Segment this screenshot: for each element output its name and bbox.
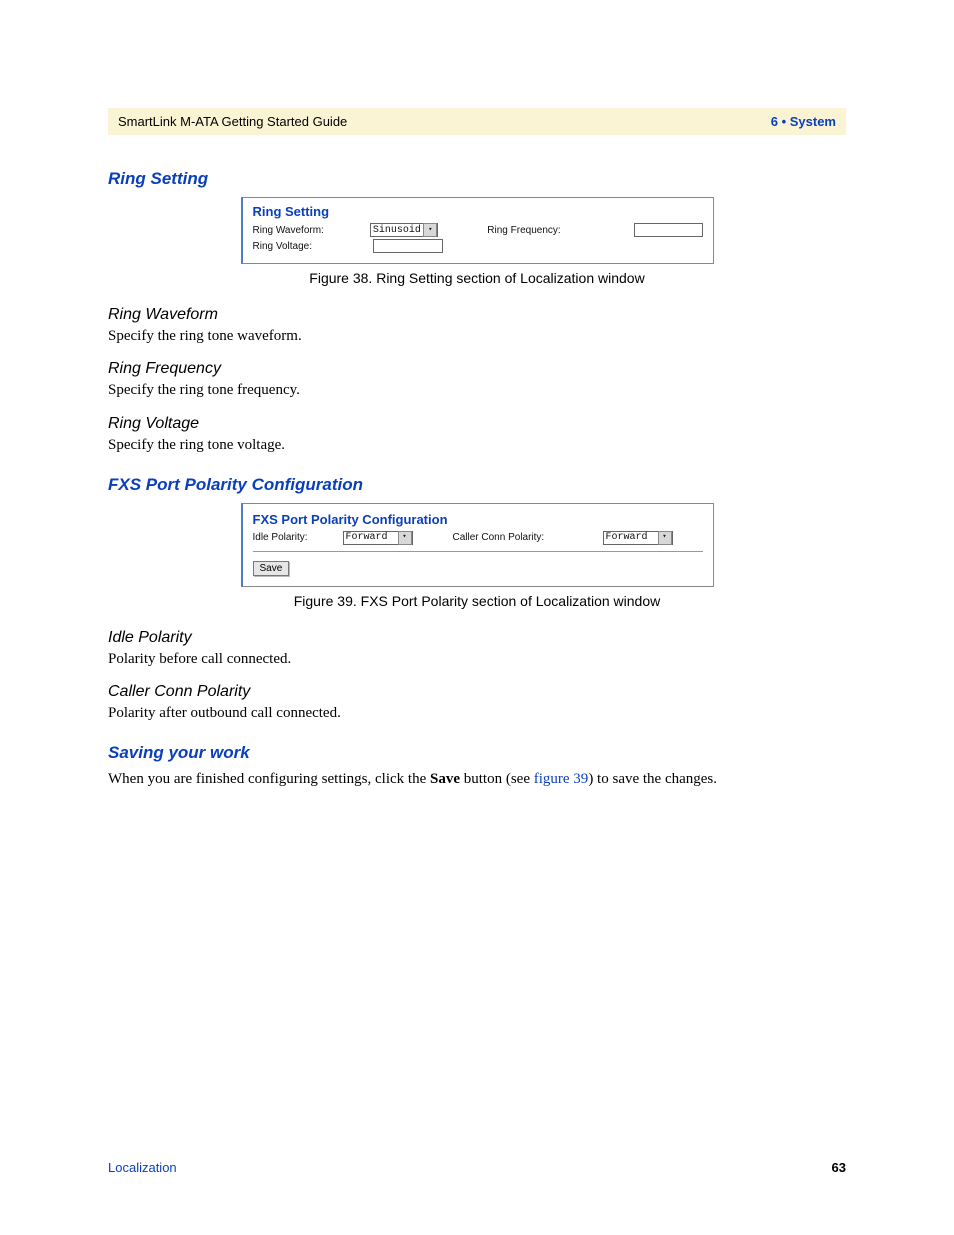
chevron-down-icon: ▾ (398, 531, 412, 545)
body-idle-polarity: Polarity before call connected. (108, 649, 846, 669)
footer-page-number: 63 (832, 1160, 846, 1175)
figure-38-caption: Figure 38. Ring Setting section of Local… (108, 270, 846, 286)
label-ring-voltage: Ring Voltage: (253, 241, 373, 252)
row-ring-voltage: Ring Voltage: (253, 239, 703, 253)
subheading-ring-voltage: Ring Voltage (108, 415, 846, 433)
figure-38-title: Ring Setting (253, 204, 703, 219)
chapter-label: 6 • System (771, 114, 836, 129)
figure-39-caption: Figure 39. FXS Port Polarity section of … (108, 593, 846, 609)
document-page: SmartLink M-ATA Getting Started Guide 6 … (0, 0, 954, 1235)
select-ring-waveform-value: Sinusoid (373, 225, 421, 236)
heading-fxs: FXS Port Polarity Configuration (108, 475, 846, 495)
chevron-down-icon: ▾ (658, 531, 672, 545)
body-saving: When you are finished configuring settin… (108, 769, 846, 789)
select-idle-polarity-value: Forward (346, 532, 388, 543)
page-header-bar: SmartLink M-ATA Getting Started Guide 6 … (108, 108, 846, 135)
input-ring-voltage[interactable] (373, 239, 443, 253)
select-ring-waveform[interactable]: Sinusoid ▾ (370, 223, 439, 237)
body-ring-voltage: Specify the ring tone voltage. (108, 435, 846, 455)
select-caller-polarity[interactable]: Forward ▾ (603, 531, 673, 545)
label-idle-polarity: Idle Polarity: (253, 532, 343, 543)
footer-section: Localization (108, 1160, 177, 1175)
subheading-ring-frequency: Ring Frequency (108, 360, 846, 378)
body-caller-conn: Polarity after outbound call connected. (108, 703, 846, 723)
subheading-ring-waveform: Ring Waveform (108, 306, 846, 324)
saving-text-mid: button (see (460, 771, 534, 787)
figure-39-panel: FXS Port Polarity Configuration Idle Pol… (241, 503, 714, 587)
subheading-idle-polarity: Idle Polarity (108, 629, 846, 647)
subheading-caller-conn: Caller Conn Polarity (108, 683, 846, 701)
label-caller-conn-polarity: Caller Conn Polarity: (453, 532, 603, 543)
select-idle-polarity[interactable]: Forward ▾ (343, 531, 413, 545)
save-button[interactable]: Save (253, 561, 290, 576)
select-caller-polarity-value: Forward (606, 532, 648, 543)
input-ring-frequency[interactable] (634, 223, 703, 237)
heading-ring-setting: Ring Setting (108, 169, 846, 189)
body-ring-frequency: Specify the ring tone frequency. (108, 380, 846, 400)
row-idle-polarity: Idle Polarity: Forward ▾ Caller Conn Pol… (253, 531, 703, 545)
figure-39-title: FXS Port Polarity Configuration (253, 512, 703, 527)
page-footer: Localization 63 (108, 1160, 846, 1175)
doc-title: SmartLink M-ATA Getting Started Guide (118, 114, 347, 129)
row-ring-waveform: Ring Waveform: Sinusoid ▾ Ring Frequency… (253, 223, 703, 237)
saving-text-before: When you are finished configuring settin… (108, 771, 430, 787)
saving-save-bold: Save (430, 771, 460, 787)
figure-38-panel: Ring Setting Ring Waveform: Sinusoid ▾ R… (241, 197, 714, 264)
label-ring-waveform: Ring Waveform: (253, 225, 370, 236)
body-ring-waveform: Specify the ring tone waveform. (108, 326, 846, 346)
heading-saving: Saving your work (108, 743, 846, 763)
label-ring-frequency: Ring Frequency: (487, 225, 634, 236)
link-figure-39[interactable]: figure 39 (534, 771, 589, 787)
chevron-down-icon: ▾ (423, 223, 437, 237)
saving-text-after: ) to save the changes. (588, 771, 717, 787)
divider (253, 551, 703, 552)
